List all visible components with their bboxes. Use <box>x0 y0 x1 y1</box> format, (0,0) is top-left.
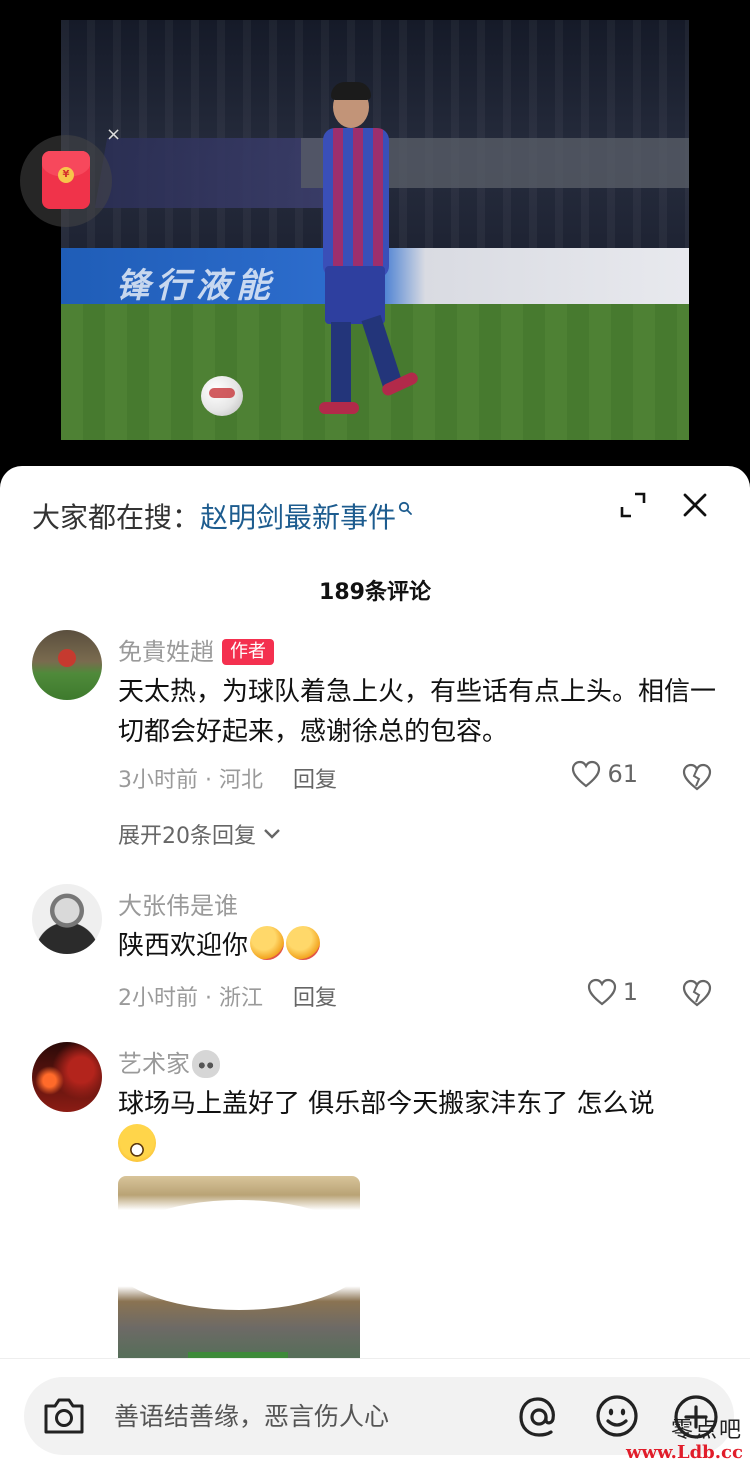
avatar[interactable] <box>32 1042 102 1112</box>
trending-search-label: 大家都在搜： <box>32 501 201 534</box>
like-button[interactable]: 61 <box>571 760 638 788</box>
like-count: 1 <box>622 978 638 1006</box>
dislike-icon[interactable] <box>682 762 712 792</box>
comment-username[interactable]: 免貴姓趙 作者 <box>118 632 274 667</box>
comment-location: 河北 <box>218 768 263 793</box>
football-player <box>311 82 420 416</box>
heart-icon <box>587 978 616 1006</box>
at-icon[interactable] <box>516 1394 562 1440</box>
post-photo[interactable]: 锋行液能 <box>61 20 689 440</box>
avatar[interactable] <box>32 884 102 954</box>
yuan-coin-icon: ¥ <box>58 167 74 183</box>
trending-search-bar[interactable]: 大家都在搜：赵明剑最新事件 <box>32 496 412 536</box>
player-leg <box>331 322 351 406</box>
camera-icon[interactable] <box>42 1396 86 1436</box>
grinning-emoji-icon <box>118 1124 156 1162</box>
comment-text-body: 球场马上盖好了 俱乐部今天搬家沣东了 怎么说 <box>118 1089 655 1119</box>
thumbs-up-emoji-icon <box>250 926 285 960</box>
avatar[interactable] <box>32 630 102 700</box>
player-hair <box>331 82 371 100</box>
watermark-text: 零点吧 <box>670 1418 743 1443</box>
chevron-down-icon <box>264 829 280 839</box>
comment-username[interactable]: 艺术家 <box>118 1044 220 1079</box>
meta-separator: · <box>198 768 219 793</box>
player-shirt <box>323 128 389 278</box>
red-envelope-button[interactable]: ¥ <box>20 135 112 227</box>
red-envelope-icon: ¥ <box>42 151 90 209</box>
meta-separator: · <box>198 986 219 1011</box>
watermark-url: www.Ldb.cc <box>626 1442 743 1463</box>
alien-emoji-icon <box>192 1050 220 1078</box>
dislike-icon[interactable] <box>682 978 712 1008</box>
like-count: 61 <box>607 760 638 788</box>
comment-text[interactable]: 球场马上盖好了 俱乐部今天搬家沣东了 怎么说 <box>118 1084 728 1168</box>
comment-text-body: 陕西欢迎你 <box>118 931 249 961</box>
comment-username[interactable]: 大张伟是谁 <box>118 886 238 921</box>
advertising-board-text: 锋行液能 <box>116 266 276 306</box>
comment-input[interactable] <box>114 1397 494 1435</box>
comment-text[interactable]: 陕西欢迎你 <box>118 926 728 966</box>
trending-search-link[interactable]: 赵明剑最新事件 <box>200 501 396 534</box>
heart-icon <box>572 760 601 788</box>
comment-time: 2小时前 <box>118 986 198 1011</box>
comment-username-text[interactable]: 艺术家 <box>118 1050 190 1078</box>
comment-location: 浙江 <box>218 986 263 1011</box>
comment-meta: 2小时前 · 浙江 回复 <box>118 980 337 1012</box>
close-icon[interactable] <box>682 492 708 518</box>
comment-username-text[interactable]: 免貴姓趙 <box>118 638 214 666</box>
watermark: 零点吧 www.Ldb.cc <box>626 1420 743 1462</box>
comment-image-stadium[interactable] <box>118 1176 360 1366</box>
thumbs-up-emoji-icon <box>286 926 321 960</box>
comment-text[interactable]: 天太热，为球队着急上火，有些话有点上头。相信一切都会好起来，感谢徐总的包容。 <box>118 672 728 752</box>
reply-button[interactable]: 回复 <box>293 986 337 1011</box>
comment-time: 3小时前 <box>118 768 198 793</box>
like-button[interactable]: 1 <box>587 978 638 1006</box>
video-area[interactable]: 锋行液能 ¥ × <box>0 0 750 478</box>
search-icon <box>398 501 412 515</box>
expand-replies-button[interactable]: 展开20条回复 <box>118 818 282 850</box>
reply-button[interactable]: 回复 <box>293 768 337 793</box>
player-boot <box>319 402 359 414</box>
comment-sheet: 大家都在搜：赵明剑最新事件 189条评论 免貴姓趙 作者 天太热，为球队着急上火，… <box>0 466 750 1470</box>
expand-icon[interactable] <box>620 492 646 518</box>
expand-replies-label: 展开20条回复 <box>118 824 256 849</box>
comment-count: 189条评论 <box>319 580 431 605</box>
comment-meta: 3小时前 · 河北 回复 <box>118 762 337 794</box>
player-leg <box>361 314 403 388</box>
red-envelope-close-icon[interactable]: × <box>106 126 121 144</box>
author-badge: 作者 <box>222 639 274 665</box>
football <box>201 376 243 416</box>
